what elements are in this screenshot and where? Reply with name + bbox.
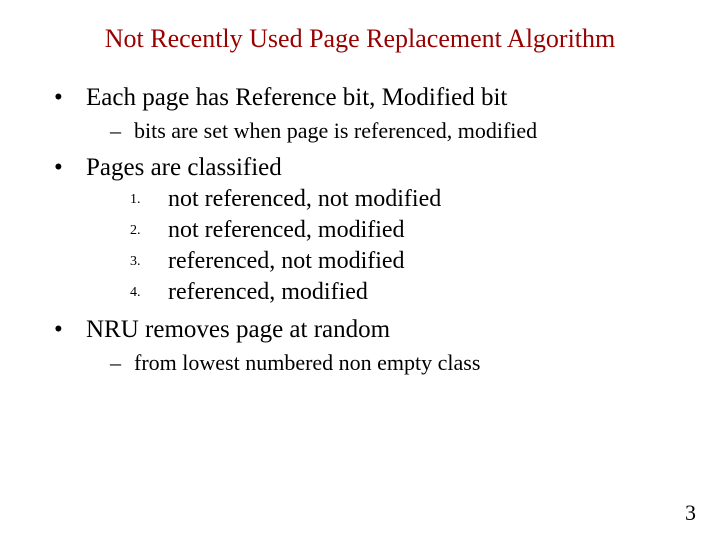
slide-title: Not Recently Used Page Replacement Algor… [30,24,690,54]
bullet-item: NRU removes page at random from lowest n… [50,316,690,376]
sub-list: bits are set when page is referenced, mo… [106,118,690,144]
numbered-item: not referenced, modified [120,217,690,244]
bullet-text: Pages are classified [86,154,282,181]
bullet-text: Each page has Reference bit, Modified bi… [86,84,507,111]
bullet-text: NRU removes page at random [86,316,390,343]
sub-item: from lowest numbered non empty class [106,350,690,376]
numbered-text: not referenced, modified [168,217,405,243]
bullet-list: Each page has Reference bit, Modified bi… [50,84,690,376]
page-number: 3 [685,500,696,526]
sub-text: from lowest numbered non empty class [134,350,480,375]
numbered-text: referenced, not modified [168,248,405,274]
sub-item: bits are set when page is referenced, mo… [106,118,690,144]
numbered-text: referenced, modified [168,279,368,305]
sub-text: bits are set when page is referenced, mo… [134,118,537,143]
numbered-list: not referenced, not modified not referen… [120,186,690,306]
bullet-item: Pages are classified not referenced, not… [50,154,690,306]
numbered-item: not referenced, not modified [120,186,690,213]
numbered-item: referenced, modified [120,279,690,306]
sub-list: from lowest numbered non empty class [106,350,690,376]
slide: Not Recently Used Page Replacement Algor… [0,0,720,540]
numbered-text: not referenced, not modified [168,186,441,212]
bullet-item: Each page has Reference bit, Modified bi… [50,84,690,144]
numbered-item: referenced, not modified [120,248,690,275]
